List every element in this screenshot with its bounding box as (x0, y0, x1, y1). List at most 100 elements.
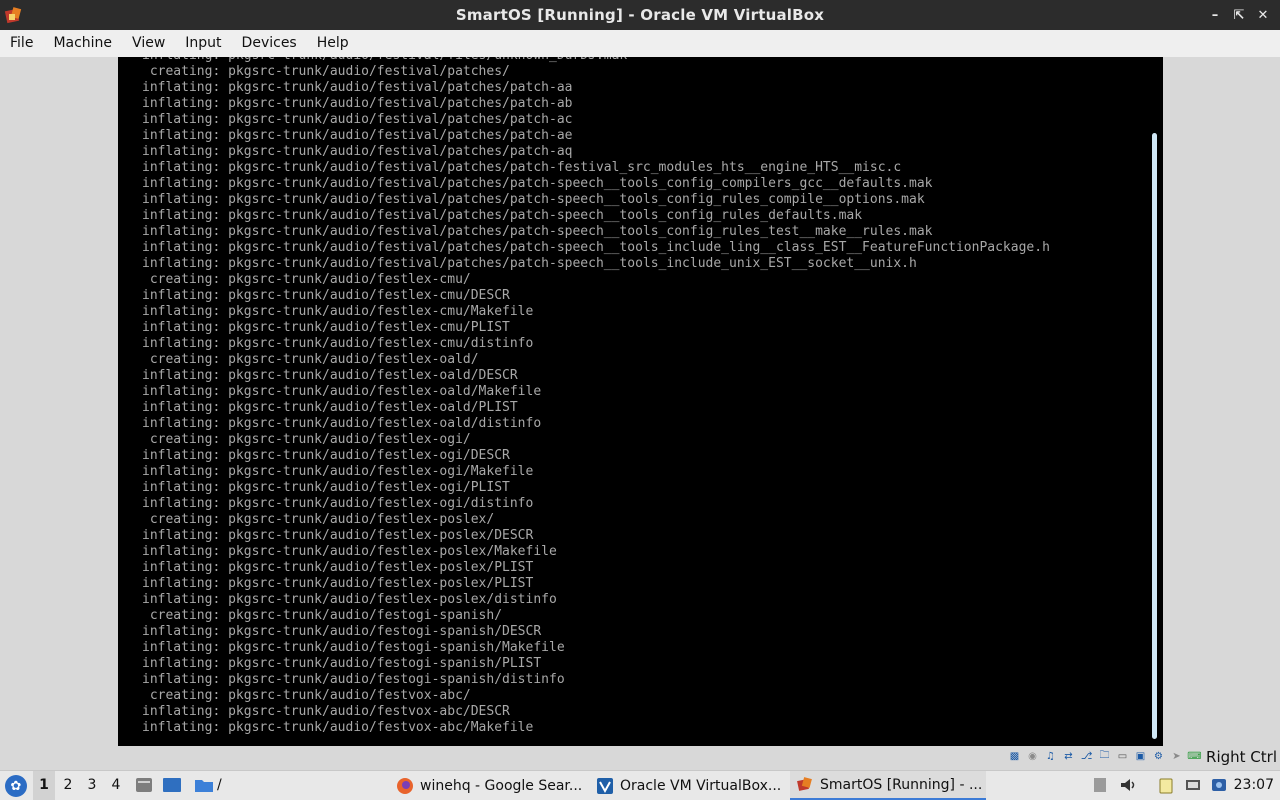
window-controls: – ⇱ ✕ (1204, 0, 1274, 30)
task-label: Oracle VM VirtualBox... (620, 777, 782, 794)
console-line: inflating: pkgsrc-trunk/audio/festlex-og… (142, 480, 510, 495)
console-line: creating: pkgsrc-trunk/audio/festogi-spa… (142, 608, 503, 623)
console-line: inflating: pkgsrc-trunk/audio/festival/p… (142, 192, 925, 207)
console-line: inflating: pkgsrc-trunk/audio/festvox-ab… (142, 704, 510, 719)
console-line: inflating: pkgsrc-trunk/audio/festival/p… (142, 160, 902, 175)
console-line: creating: pkgsrc-trunk/audio/festlex-cmu… (142, 272, 471, 287)
vm-status-bar: ▩ ◉ ♫ ⇄ ⎇ 🗀 ▭ ▣ ⚙ ➤ ⌨ Right Ctrl (0, 746, 1280, 770)
console-line: inflating: pkgsrc-trunk/audio/festlex-po… (142, 576, 534, 591)
workspace-1[interactable]: 1 (33, 771, 55, 800)
workspace-2[interactable]: 2 (57, 771, 79, 800)
minimize-icon[interactable]: – (1204, 4, 1226, 26)
status-indicators: ▩ ◉ ♫ ⇄ ⎇ 🗀 ▭ ▣ ⚙ ➤ ⌨ (1007, 749, 1202, 764)
menu-devices[interactable]: Devices (232, 30, 307, 57)
console-line: inflating: pkgsrc-trunk/audio/festogi-sp… (142, 672, 565, 687)
window-title: SmartOS [Running] - Oracle VM VirtualBox (455, 6, 825, 24)
volume-icon[interactable] (1119, 776, 1137, 794)
console-line: inflating: pkgsrc-trunk/audio/festival/p… (142, 80, 573, 95)
notes-icon[interactable] (1091, 776, 1109, 794)
console-line: inflating: pkgsrc-trunk/audio/festlex-cm… (142, 336, 534, 351)
task-label: winehq - Google Sear... (420, 777, 583, 794)
quick-launch-path[interactable]: / (217, 771, 222, 800)
console-line: inflating: pkgsrc-trunk/audio/festival/p… (142, 112, 573, 127)
workspace-3[interactable]: 3 (81, 771, 103, 800)
console-line: inflating: pkgsrc-trunk/audio/festlex-po… (142, 592, 557, 607)
firefox-icon (397, 777, 413, 794)
menu-help[interactable]: Help (307, 30, 359, 57)
console-output: inflating: pkgsrc-trunk/audio/festival/f… (142, 57, 1050, 736)
console-line: inflating: pkgsrc-trunk/audio/festvox-ab… (142, 720, 534, 735)
console-line: inflating: pkgsrc-trunk/audio/festival/p… (142, 176, 933, 191)
host-key-label[interactable]: Right Ctrl (1206, 748, 1277, 766)
console-line: creating: pkgsrc-trunk/audio/festival/pa… (142, 64, 510, 79)
console-line: inflating: pkgsrc-trunk/audio/festlex-cm… (142, 320, 510, 335)
console-line: inflating: pkgsrc-trunk/audio/festlex-cm… (142, 288, 510, 303)
display-icon[interactable]: ▭ (1115, 749, 1130, 764)
menu-bar: File Machine View Input Devices Help (0, 30, 1280, 57)
console-line: inflating: pkgsrc-trunk/audio/festlex-oa… (142, 384, 542, 399)
virtualbox-icon (797, 776, 812, 791)
console-line: creating: pkgsrc-trunk/audio/festlex-oal… (142, 352, 479, 367)
file-manager-icon[interactable] (134, 776, 154, 794)
task-virtualbox-manager[interactable]: Oracle VM VirtualBox... (590, 771, 786, 800)
menu-machine[interactable]: Machine (43, 30, 122, 57)
console-line: inflating: pkgsrc-trunk/audio/festival/p… (142, 208, 863, 223)
restore-icon[interactable]: ⇱ (1228, 4, 1250, 26)
console-line: inflating: pkgsrc-trunk/audio/festival/f… (142, 57, 1050, 64)
console-line: inflating: pkgsrc-trunk/audio/festlex-po… (142, 544, 557, 559)
console-line: inflating: pkgsrc-trunk/audio/festival/p… (142, 240, 1050, 255)
console-line: inflating: pkgsrc-trunk/audio/festlex-oa… (142, 416, 542, 431)
usb-icon[interactable]: ⎇ (1079, 749, 1094, 764)
task-label: SmartOS [Running] - ... (820, 776, 983, 793)
console-line: inflating: pkgsrc-trunk/audio/festival/p… (142, 128, 573, 143)
folder-icon[interactable] (194, 776, 214, 794)
console-line: inflating: pkgsrc-trunk/audio/festlex-oa… (142, 368, 518, 383)
task-smartos-vm[interactable]: SmartOS [Running] - ... (790, 771, 986, 800)
workspace-4[interactable]: 4 (105, 771, 127, 800)
console-line: inflating: pkgsrc-trunk/audio/festival/p… (142, 96, 573, 111)
console-line: inflating: pkgsrc-trunk/audio/festlex-po… (142, 560, 534, 575)
vm-display-area: inflating: pkgsrc-trunk/audio/festival/f… (0, 57, 1280, 746)
console-line: inflating: pkgsrc-trunk/audio/festlex-og… (142, 448, 510, 463)
taskbar: ✿ 1 2 3 4 / winehq - Google Sear... Orac… (0, 770, 1280, 800)
console-line: inflating: pkgsrc-trunk/audio/festival/p… (142, 144, 573, 159)
console-line: inflating: pkgsrc-trunk/audio/festlex-og… (142, 464, 534, 479)
console-line: inflating: pkgsrc-trunk/audio/festlex-oa… (142, 400, 518, 415)
clipboard-icon[interactable] (1157, 776, 1175, 794)
video-capture-icon[interactable]: ▣ (1133, 749, 1148, 764)
menu-file[interactable]: File (0, 30, 43, 57)
console-line: inflating: pkgsrc-trunk/audio/festlex-cm… (142, 304, 534, 319)
console-line: inflating: pkgsrc-trunk/audio/festlex-po… (142, 528, 534, 543)
console-line: creating: pkgsrc-trunk/audio/festlex-ogi… (142, 432, 471, 447)
menu-input[interactable]: Input (175, 30, 231, 57)
console-line: creating: pkgsrc-trunk/audio/festlex-pos… (142, 512, 495, 527)
menu-view[interactable]: View (122, 30, 175, 57)
console-line: inflating: pkgsrc-trunk/audio/festogi-sp… (142, 624, 542, 639)
hard-disk-icon[interactable]: ▩ (1007, 749, 1022, 764)
console-scrollbar[interactable] (1152, 133, 1157, 739)
console-line: inflating: pkgsrc-trunk/audio/festogi-sp… (142, 640, 565, 655)
task-firefox[interactable]: winehq - Google Sear... (390, 771, 586, 800)
shared-folders-icon[interactable]: 🗀 (1097, 749, 1112, 764)
keyboard-icon[interactable]: ⌨ (1187, 749, 1202, 764)
console-line: inflating: pkgsrc-trunk/audio/festival/p… (142, 256, 917, 271)
virtualbox-icon[interactable] (4, 5, 24, 25)
console-line: inflating: pkgsrc-trunk/audio/festogi-sp… (142, 656, 542, 671)
bluetooth-icon[interactable] (1210, 776, 1228, 794)
virtualbox-manager-icon (597, 777, 613, 794)
console-line: inflating: pkgsrc-trunk/audio/festival/p… (142, 224, 933, 239)
console-line: inflating: pkgsrc-trunk/audio/festlex-og… (142, 496, 534, 511)
console-line: creating: pkgsrc-trunk/audio/festvox-abc… (142, 688, 471, 703)
window-titlebar: SmartOS [Running] - Oracle VM VirtualBox… (0, 0, 1280, 30)
audio-icon[interactable]: ♫ (1043, 749, 1058, 764)
start-menu-icon[interactable]: ✿ (5, 775, 27, 797)
close-icon[interactable]: ✕ (1252, 4, 1274, 26)
mouse-integration-icon[interactable]: ➤ (1169, 749, 1184, 764)
clock[interactable]: 23:07 (1234, 771, 1274, 800)
optical-drive-icon[interactable]: ◉ (1025, 749, 1040, 764)
network-icon[interactable]: ⇄ (1061, 749, 1076, 764)
cpu-icon[interactable]: ⚙ (1151, 749, 1166, 764)
desktop-icon[interactable] (162, 776, 182, 794)
network-tray-icon[interactable] (1184, 776, 1202, 794)
vm-console-screen[interactable]: inflating: pkgsrc-trunk/audio/festival/f… (118, 57, 1163, 746)
